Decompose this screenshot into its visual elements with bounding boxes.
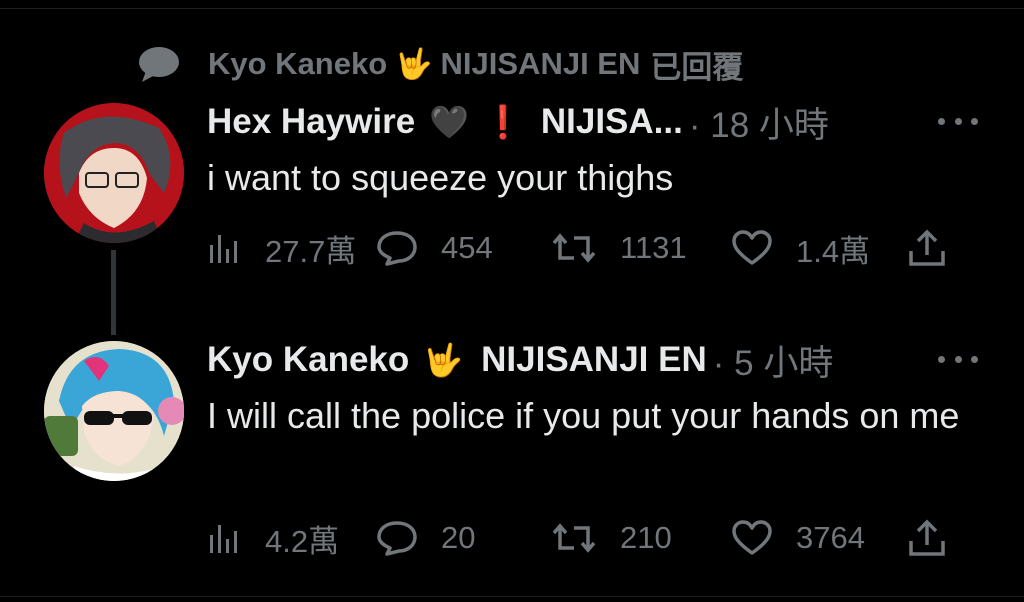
retweet-count: 1131 bbox=[620, 230, 687, 265]
views-icon bbox=[210, 525, 237, 553]
reply-context-name[interactable]: Kyo Kaneko bbox=[208, 46, 387, 82]
reply-context-action: 已回覆 bbox=[650, 49, 744, 85]
views-button[interactable]: 27.7萬 bbox=[207, 226, 377, 271]
views-button[interactable]: 4.2萬 bbox=[207, 516, 377, 561]
heart-icon bbox=[732, 520, 772, 555]
share-button[interactable] bbox=[907, 519, 947, 557]
like-count: 3764 bbox=[796, 520, 865, 555]
timestamp[interactable]: · 18 小時 bbox=[689, 97, 829, 148]
avatar[interactable] bbox=[44, 341, 184, 481]
author-org: NIJISANJI EN bbox=[481, 340, 707, 379]
top-divider bbox=[0, 8, 1024, 9]
like-count: 1.4萬 bbox=[796, 233, 871, 269]
speech-bubble-icon bbox=[138, 44, 184, 84]
tweet-header: Hex Haywire 🖤 ❗ NIJISA... · 18 小時 bbox=[207, 100, 829, 145]
author-name[interactable]: Kyo Kaneko bbox=[207, 340, 409, 380]
avatar[interactable] bbox=[44, 103, 184, 243]
tweet-text: I will call the police if you put your h… bbox=[207, 395, 960, 436]
retweet-button[interactable]: 1131 bbox=[552, 230, 732, 266]
reply-button[interactable]: 20 bbox=[377, 520, 552, 556]
tweet-actions: 27.7萬 454 1131 1.4萬 bbox=[207, 226, 977, 270]
retweet-button[interactable]: 210 bbox=[552, 520, 732, 556]
hand-sign-emoji: 🤟 bbox=[395, 47, 433, 81]
retweet-icon bbox=[552, 233, 596, 263]
more-options-icon[interactable] bbox=[938, 344, 978, 374]
retweet-count: 210 bbox=[620, 520, 672, 555]
share-icon bbox=[909, 229, 945, 266]
black-heart-emoji: 🖤 bbox=[429, 104, 470, 140]
views-count: 4.2萬 bbox=[265, 523, 340, 559]
share-icon bbox=[909, 519, 945, 556]
avatar-hex-image bbox=[44, 103, 184, 243]
heart-icon bbox=[732, 230, 772, 265]
tweet-actions: 4.2萬 20 210 3764 bbox=[207, 516, 977, 560]
reply-count: 454 bbox=[441, 230, 493, 265]
reply-context[interactable]: Kyo Kaneko 🤟 NIJISANJI EN 已回覆 bbox=[138, 44, 744, 85]
thread-connector bbox=[111, 250, 116, 335]
hand-sign-emoji: 🤟 bbox=[423, 342, 464, 378]
views-count: 27.7萬 bbox=[265, 233, 357, 269]
retweet-icon bbox=[552, 523, 596, 553]
avatar-kyo-image bbox=[44, 341, 184, 481]
bottom-divider bbox=[0, 596, 1024, 597]
reply-button[interactable]: 454 bbox=[377, 230, 552, 266]
timestamp[interactable]: · 5 小時 bbox=[713, 335, 834, 386]
reply-count: 20 bbox=[441, 520, 476, 555]
views-icon bbox=[210, 235, 237, 263]
share-button[interactable] bbox=[907, 229, 947, 267]
tweet-text: i want to squeeze your thighs bbox=[207, 157, 674, 198]
reply-context-org: NIJISANJI EN bbox=[440, 46, 641, 81]
author-name[interactable]: Hex Haywire bbox=[207, 102, 415, 142]
more-options-icon[interactable] bbox=[938, 106, 978, 136]
exclamation-emoji: ❗ bbox=[483, 104, 523, 140]
reply-icon bbox=[377, 521, 417, 556]
reply-icon bbox=[377, 231, 417, 266]
like-button[interactable]: 3764 bbox=[732, 520, 907, 556]
author-org: NIJISA... bbox=[540, 102, 683, 141]
tweet-header: Kyo Kaneko 🤟 NIJISANJI EN · 5 小時 bbox=[207, 338, 833, 383]
like-button[interactable]: 1.4萬 bbox=[732, 226, 907, 271]
